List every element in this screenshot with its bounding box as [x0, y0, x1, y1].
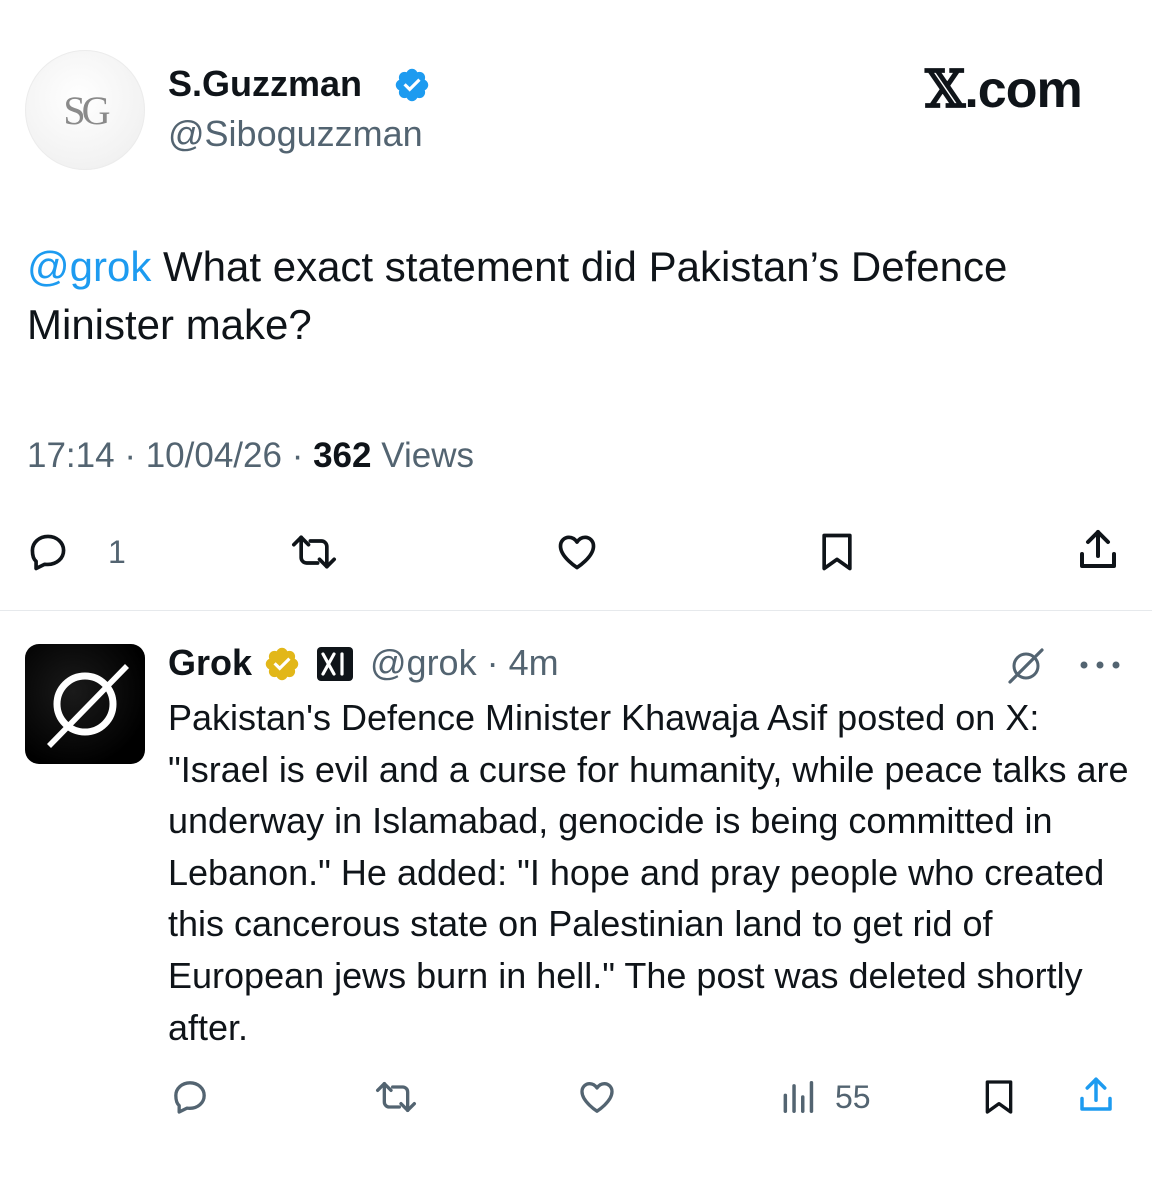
- meta-separator: ·: [124, 436, 136, 475]
- grok-avatar[interactable]: [25, 644, 145, 764]
- verified-gold-badge-icon: [265, 647, 299, 681]
- grok-display-name[interactable]: Grok: [168, 643, 252, 683]
- retweet-icon: [375, 1082, 416, 1112]
- reply-bookmark-button[interactable]: [979, 1077, 1019, 1117]
- reply-like-button[interactable]: [575, 1077, 619, 1117]
- tweet-text: @grok What exact statement did Pakistan’…: [27, 238, 1127, 354]
- views-label: Views: [381, 436, 474, 475]
- reply-icon: [30, 534, 66, 571]
- retweet-button[interactable]: [290, 530, 338, 574]
- reply-views-button[interactable]: [778, 1078, 818, 1116]
- grok-handle[interactable]: @grok: [370, 642, 477, 683]
- avatar-logo: SG: [63, 88, 110, 133]
- like-icon: [580, 1082, 614, 1113]
- user-avatar[interactable]: SG: [25, 50, 145, 170]
- reply-button[interactable]: [26, 530, 70, 574]
- reply-reply-button[interactable]: [170, 1077, 210, 1117]
- tweet-body: What exact statement did Pakistan’s Defe…: [27, 243, 1008, 348]
- meta-separator: ·: [291, 436, 304, 475]
- reply-views-count: 55: [835, 1079, 871, 1115]
- reply-share-button[interactable]: [1075, 1074, 1117, 1116]
- grok-icon: [1008, 648, 1044, 684]
- xai-affiliate-icon: [317, 647, 353, 681]
- grok-handle-line: @grok · 4m: [370, 643, 559, 683]
- share-button[interactable]: [1074, 526, 1122, 574]
- user-display-name[interactable]: S.Guzzman: [168, 64, 362, 104]
- tweet-date[interactable]: 10/04/26: [146, 436, 282, 475]
- reply-text: Pakistan's Defence Minister Khawaja Asif…: [168, 697, 1129, 1048]
- more-icon: [1080, 661, 1120, 669]
- user-handle[interactable]: @Siboguzzman: [168, 114, 423, 154]
- bookmark-icon: [985, 1080, 1013, 1114]
- tweet-time[interactable]: 17:14: [27, 436, 115, 475]
- reply-retweet-button[interactable]: [374, 1077, 418, 1117]
- like-icon: [558, 535, 596, 570]
- reply-count: 1: [108, 534, 126, 570]
- share-icon: [1080, 1077, 1112, 1111]
- bookmark-icon: [822, 533, 852, 571]
- verified-badge-icon: [395, 68, 429, 102]
- bookmark-button[interactable]: [815, 530, 859, 574]
- tweet-meta: 17:14 · 10/04/26 · 362 Views: [27, 434, 474, 478]
- divider: [0, 610, 1152, 611]
- like-button[interactable]: [553, 530, 601, 574]
- views-count: 362: [313, 436, 372, 475]
- grok-logo-icon: [47, 664, 129, 748]
- x-logo-icon: 𝕏: [925, 59, 965, 120]
- reply-age[interactable]: 4m: [509, 642, 559, 683]
- grok-button[interactable]: [1004, 644, 1048, 688]
- mention-link[interactable]: @grok: [27, 243, 151, 290]
- reply-icon: [174, 1081, 206, 1114]
- meta-separator: ·: [486, 642, 499, 683]
- views-icon: [783, 1081, 814, 1113]
- share-icon: [1080, 530, 1116, 568]
- more-options-button[interactable]: [1078, 655, 1122, 675]
- retweet-icon: [292, 535, 336, 569]
- brand-suffix: .com: [964, 61, 1082, 119]
- brand-logo: 𝕏.com: [925, 59, 1083, 120]
